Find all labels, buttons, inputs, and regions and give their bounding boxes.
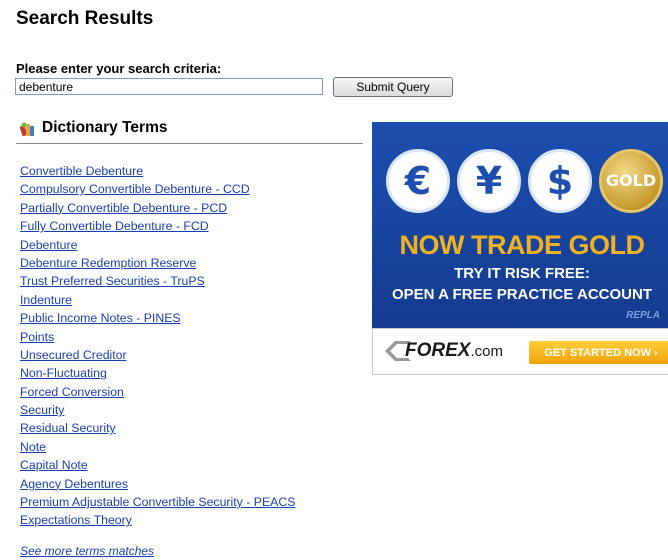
- list-item: Non-Fluctuating: [20, 365, 295, 383]
- search-input[interactable]: [15, 78, 323, 95]
- list-item: Public Income Notes - PINES: [20, 310, 295, 328]
- ad-brand-bar: FOREX.com GET STARTED NOW ›: [372, 328, 668, 375]
- term-link[interactable]: Expectations Theory: [20, 513, 132, 527]
- dictionary-terms-list: Convertible Debenture Compulsory Convert…: [20, 163, 295, 531]
- term-link[interactable]: Public Income Notes - PINES: [20, 311, 181, 325]
- term-link[interactable]: Indenture: [20, 293, 72, 307]
- list-item: Security: [20, 402, 295, 420]
- term-link[interactable]: Fully Convertible Debenture - FCD: [20, 219, 209, 233]
- list-item: Debenture: [20, 237, 295, 255]
- submit-query-button[interactable]: Submit Query: [333, 77, 453, 97]
- term-link[interactable]: Debenture Redemption Reserve: [20, 256, 196, 270]
- list-item: Compulsory Convertible Debenture - CCD: [20, 181, 295, 199]
- ad-subline-2: OPEN A FREE PRACTICE ACCOUNT: [391, 286, 652, 303]
- term-link[interactable]: Capital Note: [20, 458, 88, 472]
- ad-replay-link[interactable]: REPLA: [626, 310, 660, 321]
- term-link[interactable]: Compulsory Convertible Debenture - CCD: [20, 182, 250, 196]
- term-link[interactable]: Security: [20, 403, 64, 417]
- list-item: Capital Note: [20, 457, 295, 475]
- list-item: Premium Adjustable Convertible Security …: [20, 494, 295, 512]
- dictionary-section-title: Dictionary Terms: [42, 119, 168, 136]
- list-item: Points: [20, 329, 295, 347]
- list-item: Residual Security: [20, 420, 295, 438]
- list-item: Note: [20, 439, 295, 457]
- forex-logo: FOREX.com: [405, 340, 503, 362]
- get-started-button[interactable]: GET STARTED NOW ›: [529, 341, 668, 364]
- euro-coin-icon: €: [386, 149, 450, 213]
- term-link[interactable]: Debenture: [20, 238, 77, 252]
- ad-subline-1: TRY IT RISK FREE:: [454, 265, 590, 282]
- term-link[interactable]: Partially Convertible Debenture - PCD: [20, 201, 227, 215]
- list-item: Forced Conversion: [20, 384, 295, 402]
- list-item: Debenture Redemption Reserve: [20, 255, 295, 273]
- term-link[interactable]: Trust Preferred Securities - TruPS: [20, 274, 205, 288]
- list-item: Agency Debentures: [20, 476, 295, 494]
- list-item: Indenture: [20, 292, 295, 310]
- list-item: Expectations Theory: [20, 512, 295, 530]
- ad-headline: NOW TRADE GOLD: [399, 230, 645, 260]
- dictionary-section-header: Dictionary Terms: [16, 117, 363, 144]
- see-more-terms-link[interactable]: See more terms matches: [20, 544, 154, 558]
- term-link[interactable]: Note: [20, 440, 46, 454]
- term-link[interactable]: Agency Debentures: [20, 477, 128, 491]
- term-link[interactable]: Premium Adjustable Convertible Security …: [20, 495, 295, 509]
- dollar-coin-icon: $: [528, 149, 592, 213]
- term-link[interactable]: Forced Conversion: [20, 385, 124, 399]
- list-item: Fully Convertible Debenture - FCD: [20, 218, 295, 236]
- forex-brand-text: FOREX: [405, 340, 471, 361]
- term-link[interactable]: Residual Security: [20, 421, 116, 435]
- page-title: Search Results: [16, 8, 154, 29]
- term-link[interactable]: Non-Fluctuating: [20, 366, 107, 380]
- forex-ad-banner[interactable]: € ¥ $ GOLD NOW TRADE GOLD TRY IT RISK FR…: [372, 122, 668, 375]
- term-link[interactable]: Unsecured Creditor: [20, 348, 127, 362]
- gold-coin-icon: GOLD: [599, 149, 663, 213]
- yen-coin-icon: ¥: [457, 149, 521, 213]
- dictionary-books-icon: [19, 121, 36, 138]
- list-item: Trust Preferred Securities - TruPS: [20, 273, 295, 291]
- term-link[interactable]: Points: [20, 330, 54, 344]
- list-item: Partially Convertible Debenture - PCD: [20, 200, 295, 218]
- search-label: Please enter your search criteria:: [16, 61, 222, 76]
- list-item: Convertible Debenture: [20, 163, 295, 181]
- ad-promo-area: € ¥ $ GOLD NOW TRADE GOLD TRY IT RISK FR…: [372, 122, 668, 328]
- list-item: Unsecured Creditor: [20, 347, 295, 365]
- term-link[interactable]: Convertible Debenture: [20, 164, 143, 178]
- forex-brand-suffix: .com: [470, 343, 503, 360]
